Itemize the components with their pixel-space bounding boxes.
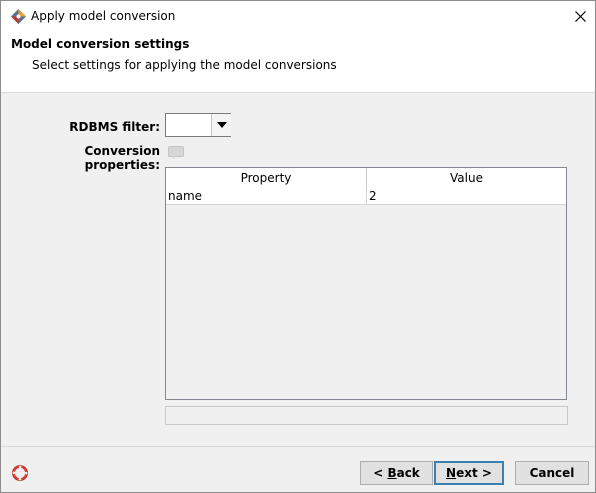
property-description-box (165, 406, 568, 425)
back-label-rest: ack (396, 466, 420, 480)
table-header: Property Value (166, 168, 566, 189)
next-button[interactable]: Next > (434, 461, 504, 485)
column-header-property[interactable]: Property (166, 168, 367, 188)
conversion-properties-label: Conversion properties: (84, 144, 160, 172)
title-bar: Apply model conversion (1, 1, 595, 32)
cell-value[interactable]: 2 (367, 188, 566, 204)
edit-properties-icon[interactable] (168, 146, 184, 160)
dropdown-arrow-button[interactable] (211, 114, 231, 136)
page-subtitle: Select settings for applying the model c… (32, 58, 337, 72)
app-logo-icon (10, 8, 27, 25)
window-title: Apply model conversion (31, 9, 176, 23)
table-row[interactable]: name 2 (166, 188, 566, 205)
dialog-window: Apply model conversion Model conversion … (0, 0, 596, 493)
rdbms-filter-label: RDBMS filter: (69, 120, 160, 134)
properties-table[interactable]: Property Value name 2 (165, 167, 567, 400)
wizard-header: Model conversion settings Select setting… (1, 32, 595, 93)
cancel-button[interactable]: Cancel (515, 461, 589, 485)
back-button[interactable]: < Back (360, 461, 433, 485)
next-label-rest: ext > (456, 466, 492, 480)
page-title: Model conversion settings (11, 37, 190, 51)
close-icon (574, 10, 586, 22)
rdbms-filter-value[interactable] (166, 114, 210, 136)
back-prefix: < (373, 466, 388, 480)
help-lifebuoy-icon[interactable] (12, 465, 28, 481)
footer-divider (1, 446, 595, 447)
rdbms-filter-dropdown[interactable] (165, 113, 231, 137)
back-mnemonic: B (387, 466, 397, 480)
chevron-down-icon (216, 122, 227, 128)
close-button[interactable] (567, 4, 593, 28)
next-mnemonic: N (446, 466, 457, 480)
column-header-value[interactable]: Value (367, 168, 566, 188)
cell-property[interactable]: name (166, 188, 367, 204)
